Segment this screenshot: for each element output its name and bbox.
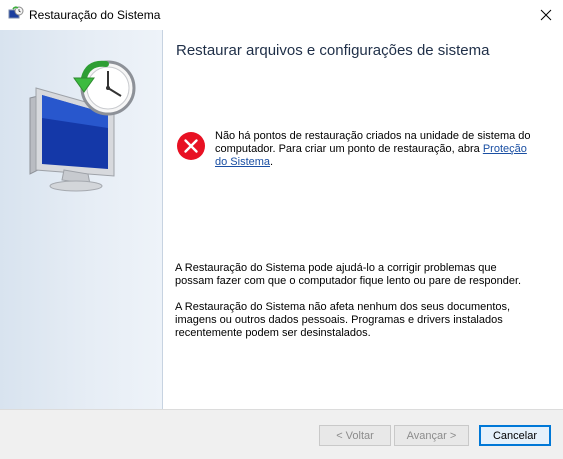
window-title: Restauração do Sistema [29, 8, 161, 22]
error-icon [177, 132, 205, 160]
page-title: Restaurar arquivos e configurações de si… [176, 42, 490, 59]
info-paragraph-2: A Restauração do Sistema não afeta nenhu… [175, 301, 511, 339]
cancel-button[interactable]: Cancelar [479, 425, 551, 446]
close-button[interactable] [529, 0, 563, 30]
button-bar: < Voltar Avançar > Cancelar [0, 409, 563, 459]
system-restore-icon [8, 6, 24, 19]
close-icon [540, 9, 552, 21]
info-paragraph-1: A Restauração do Sistema pode ajudá-lo a… [175, 262, 522, 287]
system-restore-monitor-clock-icon [29, 60, 136, 192]
title-bar: Restauração do Sistema [0, 0, 563, 30]
error-message: Não há pontos de restauração criados na … [215, 130, 535, 169]
back-button[interactable]: < Voltar [319, 425, 391, 446]
error-text-end: . [270, 156, 274, 168]
next-button[interactable]: Avançar > [394, 425, 469, 446]
main-content: Restaurar arquivos e configurações de si… [163, 30, 563, 409]
sidebar-panel [0, 30, 163, 409]
